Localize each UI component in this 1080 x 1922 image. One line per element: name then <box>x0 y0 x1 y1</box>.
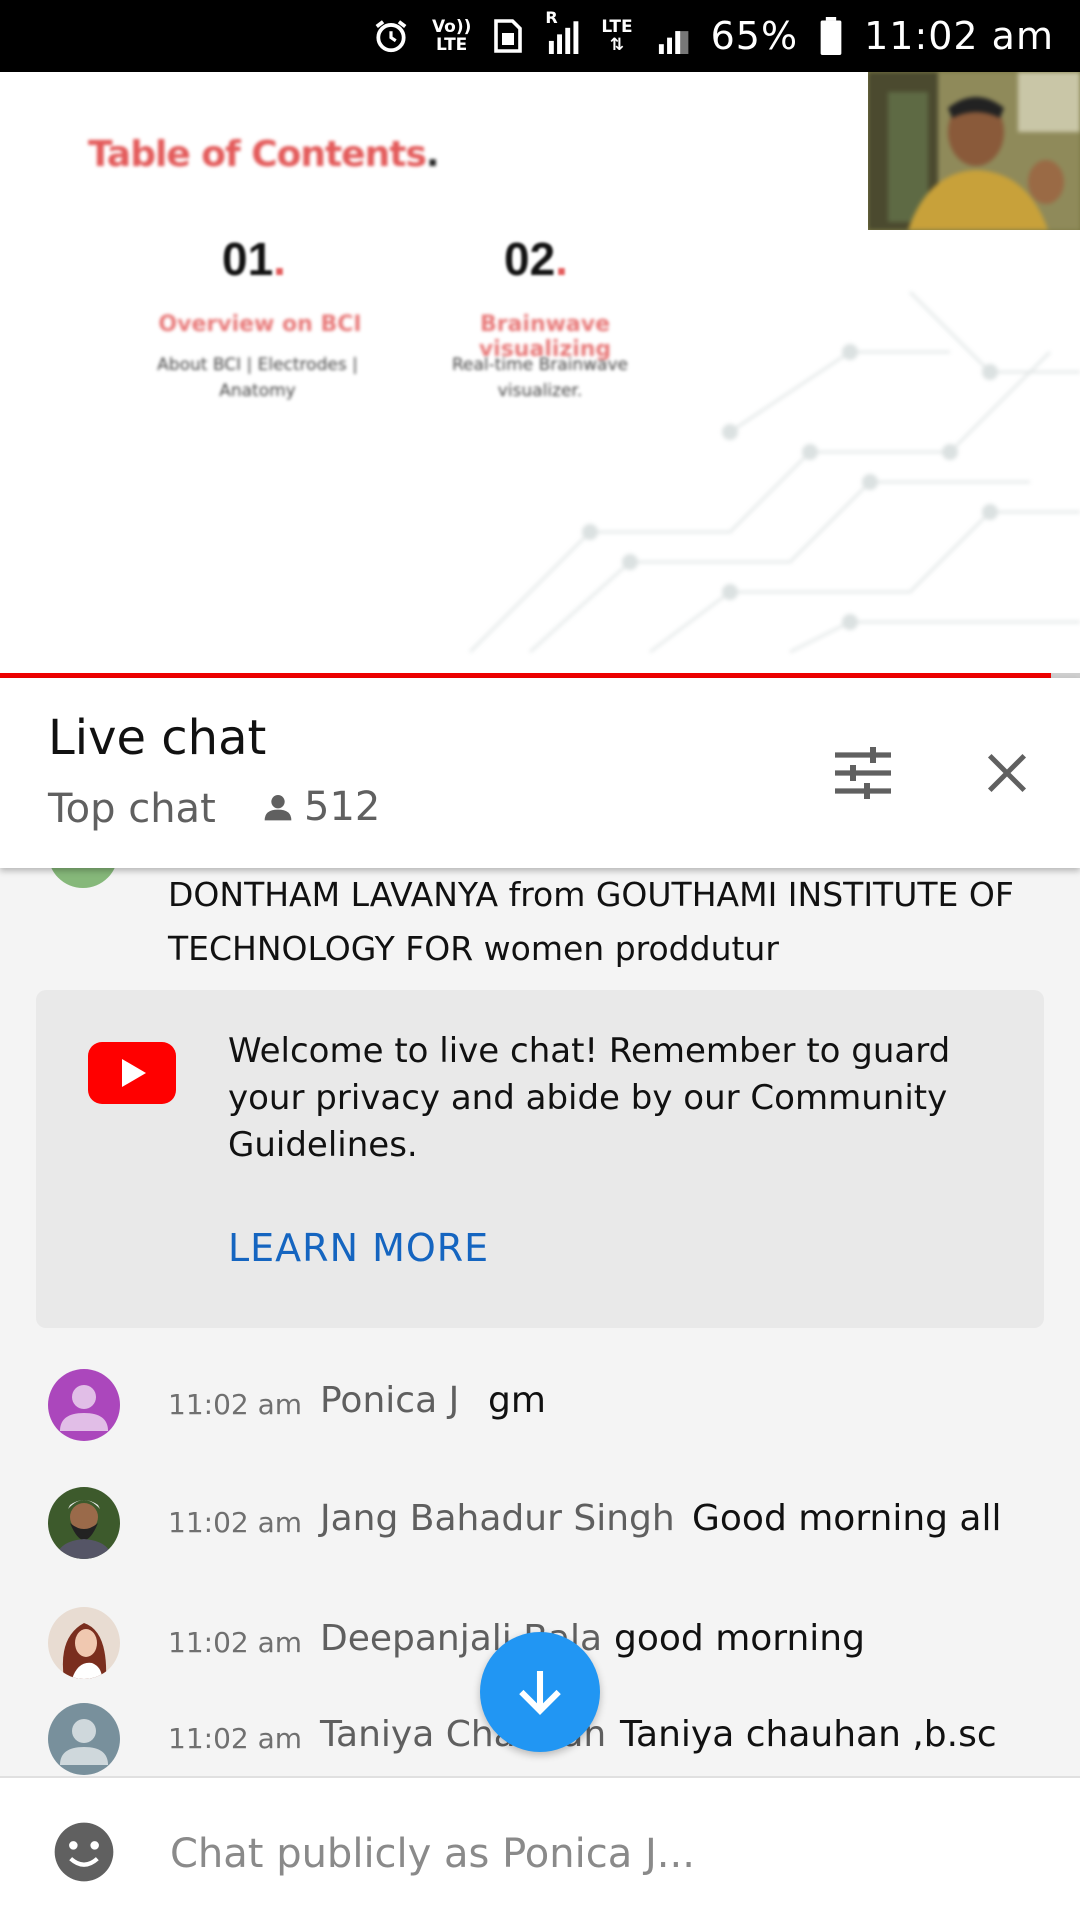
message-text: good morning <box>614 1618 865 1659</box>
sim-icon <box>493 18 523 54</box>
battery-icon <box>820 17 842 55</box>
close-icon <box>987 753 1027 793</box>
presenter-webcam <box>868 72 1080 230</box>
chat-message: 11:02 am Ponica J gm <box>0 1364 1080 1444</box>
battery-percent: 65% <box>710 14 799 58</box>
section-number-1: 01. <box>222 233 286 285</box>
welcome-banner: Welcome to live chat! Remember to guard … <box>36 990 1044 1328</box>
learn-more-link[interactable]: LEARN MORE <box>228 1226 489 1270</box>
section-heading-1: Overview on BCI <box>158 312 362 337</box>
chat-input[interactable] <box>168 1818 1032 1890</box>
volte-top-label: Vo)) <box>431 17 472 37</box>
lte-label: LTE <box>601 17 633 37</box>
chat-message: 11:02 am Jang Bahadur Singh Good morning… <box>0 1482 1080 1562</box>
data-arrows-icon: ⇅ <box>609 35 625 55</box>
avatar <box>48 1607 120 1679</box>
message-time: 11:02 am <box>168 1626 303 1659</box>
chat-settings-button[interactable] <box>828 738 898 808</box>
signal-icon-1: R <box>545 10 579 54</box>
signal-icon-2 <box>655 18 689 54</box>
circuit-background <box>469 291 1080 653</box>
volte-indicator: Vo)) LTE <box>432 18 471 54</box>
avatar <box>48 868 118 888</box>
section-number-2: 02. <box>504 233 568 285</box>
avatar <box>48 1703 120 1775</box>
message-time: 11:02 am <box>168 1506 303 1539</box>
message-author[interactable]: Ponica J <box>320 1380 459 1421</box>
lte-indicator: LTE ⇅ <box>601 18 632 54</box>
chat-mode-selector[interactable]: Top chat <box>48 786 216 832</box>
person-icon <box>264 795 292 821</box>
chat-message-text: DONTHAM LAVANYA from GOUTHAMI INSTITUTE … <box>168 875 1014 968</box>
viewer-count-value: 512 <box>304 784 381 830</box>
youtube-logo-icon <box>88 1042 176 1104</box>
clock: 11:02 am <box>864 14 1054 58</box>
emoji-icon <box>54 1822 114 1882</box>
message-text: gm <box>488 1380 546 1421</box>
arrow-down-icon <box>519 1671 561 1715</box>
chat-title: Live chat <box>48 710 267 766</box>
message-time: 11:02 am <box>168 1388 303 1421</box>
emoji-button[interactable] <box>52 1820 116 1884</box>
avatar <box>48 1487 120 1559</box>
alarm-icon <box>372 17 410 55</box>
slide-title: Table of Contents. <box>88 134 440 175</box>
section-sub-1: About BCI | Electrodes | Anatomy <box>157 355 358 401</box>
section-sub-2: Real-time Brainwave visualizer. <box>451 355 628 401</box>
volte-bottom-label: LTE <box>436 35 468 55</box>
message-text: Good morning all <box>692 1498 1002 1539</box>
scroll-to-bottom-button[interactable] <box>480 1632 600 1752</box>
welcome-text: Welcome to live chat! Remember to guard … <box>228 1031 951 1165</box>
roaming-label: R <box>545 8 558 27</box>
live-chat-header: Live chat Top chat 512 <box>0 678 1080 868</box>
message-author[interactable]: Jang Bahadur Singh <box>320 1498 675 1539</box>
video-player[interactable]: Table of Contents. 01. 02. Overview on B… <box>0 72 1080 678</box>
close-chat-button[interactable] <box>972 738 1042 808</box>
chat-input-bar <box>0 1776 1080 1922</box>
message-time: 11:02 am <box>168 1722 303 1755</box>
sliders-icon <box>835 747 891 799</box>
viewer-count: 512 <box>262 784 380 830</box>
message-text: Taniya chauhan ,b.sc <box>620 1714 997 1755</box>
avatar <box>48 1369 120 1441</box>
status-bar: Vo)) LTE R LTE ⇅ 65% 11:02 am <box>0 0 1080 72</box>
